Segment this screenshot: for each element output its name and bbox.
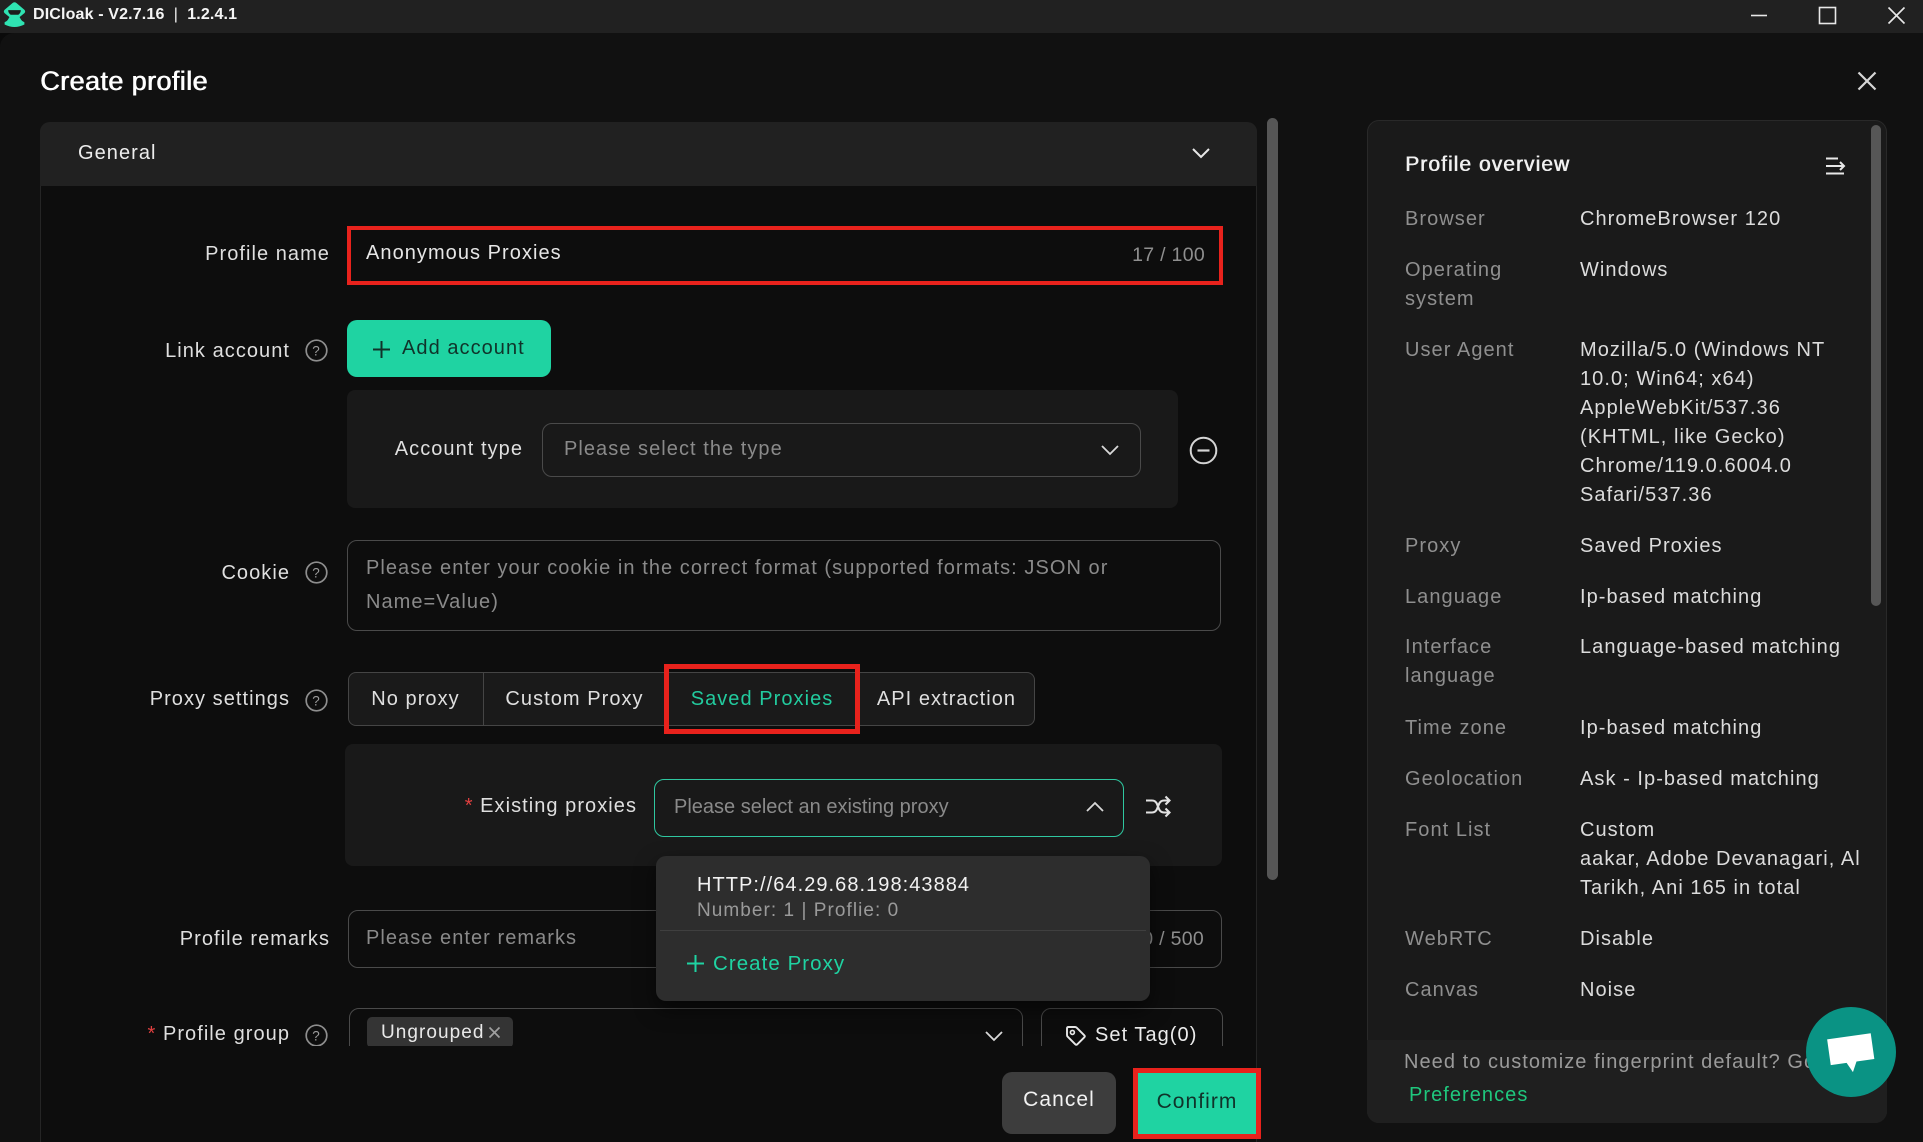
svg-text:?: ?	[312, 693, 321, 708]
svg-text:?: ?	[312, 343, 321, 358]
svg-text:?: ?	[312, 565, 321, 580]
svg-text:?: ?	[312, 1028, 321, 1043]
